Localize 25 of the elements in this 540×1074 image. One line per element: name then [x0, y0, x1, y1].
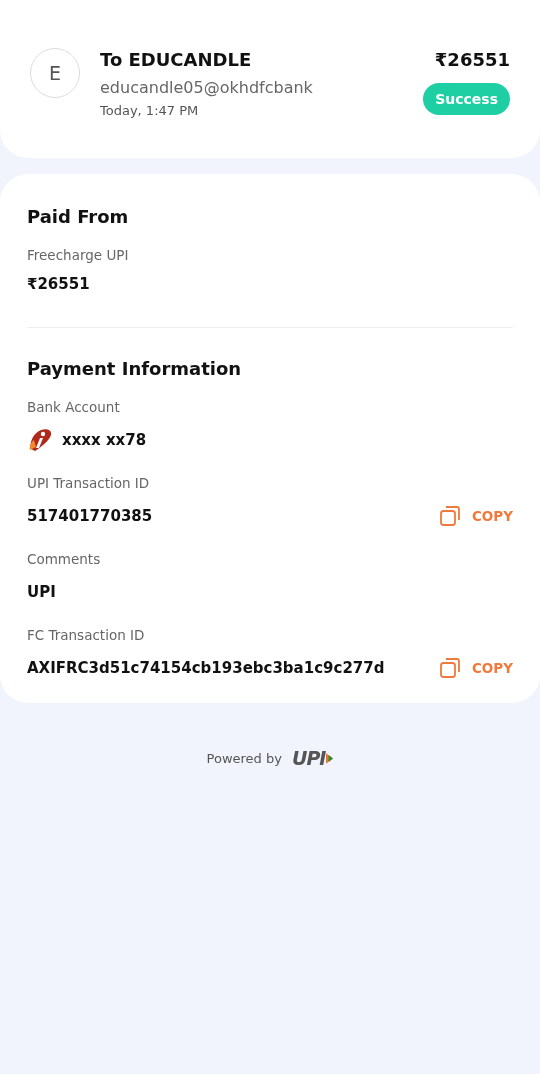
field-label: UPI Transaction ID [27, 475, 151, 491]
payment-time: Today, 1:47 PM [100, 103, 200, 118]
upi-logo: UPI [291, 747, 334, 769]
field-value: UPI [27, 583, 56, 601]
field-value: xxxx xx78 [62, 431, 147, 449]
payee-upi-id: educandle05@okhdfcbank [100, 78, 314, 97]
section-title: Paid From [27, 206, 130, 227]
field-value: ₹26551 [27, 275, 91, 293]
powered-by-text: Powered by [206, 750, 282, 766]
payee-name: To EDUCANDLE [100, 49, 253, 70]
field-label: Comments [27, 551, 102, 567]
status-badge: Success [423, 83, 510, 115]
field-label: Freecharge UPI [27, 247, 130, 263]
field-label: FC Transaction ID [27, 627, 146, 643]
field-value: 517401770385 [27, 507, 153, 525]
copy-button[interactable]: COPY [437, 656, 513, 680]
field-value: AXIFRC3d51c74154cb193ebc3ba1c9c277d [27, 659, 385, 677]
copy-button[interactable]: COPY [437, 504, 513, 528]
copy-icon [437, 656, 462, 680]
payment-amount: ₹26551 [434, 49, 510, 70]
field-label: Bank Account [27, 399, 121, 415]
payee-avatar: E [30, 48, 80, 98]
section-title: Payment Information [27, 358, 243, 379]
copy-icon [437, 504, 462, 528]
bank-logo-icon [27, 427, 53, 453]
